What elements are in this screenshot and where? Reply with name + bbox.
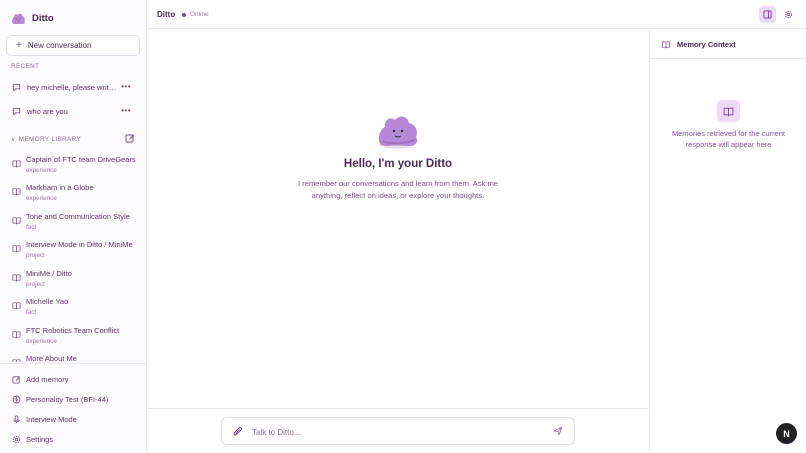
- book-icon: [12, 274, 21, 282]
- edit-icon: [12, 375, 21, 384]
- memory-title: FTC Robotics Team Conflict: [26, 326, 120, 335]
- interview-mode-button[interactable]: Interview Mode: [12, 412, 77, 426]
- chevron-down-icon: ∨: [11, 136, 16, 143]
- book-icon: [12, 245, 21, 253]
- interview-mode-label: Interview Mode: [26, 414, 77, 424]
- book-icon: [723, 107, 734, 116]
- book-icon: [12, 160, 21, 168]
- memory-type: project: [26, 252, 45, 259]
- message-composer[interactable]: [221, 417, 575, 445]
- empty-state-icon-wrap: [717, 100, 740, 122]
- gear-icon: [12, 435, 21, 443]
- book-icon: [12, 331, 21, 339]
- memory-title: Captain of FTC team DriveGears: [26, 155, 136, 164]
- header-settings-button[interactable]: [781, 7, 795, 21]
- online-indicator-icon: [182, 12, 186, 17]
- memory-item[interactable]: FTC Robotics Team Conflict experience: [0, 325, 146, 351]
- chat-header: Ditto Online: [147, 0, 806, 29]
- memory-item[interactable]: Captain of FTC team DriveGears experienc…: [0, 154, 146, 180]
- composer-bar: [147, 408, 649, 453]
- chat-bubble-icon: [12, 107, 21, 115]
- brand-name: Ditto: [32, 12, 54, 24]
- memory-item[interactable]: Tone and Communication Style fact: [0, 211, 146, 237]
- memory-type: experience: [26, 167, 57, 174]
- memory-type: experience: [26, 195, 57, 202]
- sidebar-footer: Add memory Personality Test (BFI-44) Int…: [0, 363, 146, 453]
- chat-title: Ditto: [157, 10, 176, 19]
- welcome-subtitle: I remember our conversations and learn f…: [297, 179, 499, 200]
- add-memory-button[interactable]: Add memory: [12, 372, 69, 386]
- chat-bubble-icon: [12, 83, 21, 91]
- recent-section-label: RECENT: [11, 63, 40, 70]
- memory-type: project: [26, 281, 45, 288]
- memory-item[interactable]: MiniMe / Ditto project: [0, 268, 146, 294]
- chat-main: Hello, I'm your Ditto I remember our con…: [147, 30, 649, 408]
- edit-icon[interactable]: [125, 133, 135, 143]
- user-avatar-button[interactable]: N: [776, 423, 797, 444]
- add-memory-label: Add memory: [26, 374, 69, 384]
- memory-title: Interview Mode in Ditto / MiniMe: [26, 240, 133, 249]
- memory-type: experience: [26, 338, 57, 345]
- plus-icon: +: [16, 39, 22, 51]
- memory-title: Markham in a Globe: [26, 183, 94, 192]
- new-conversation-label: New conversation: [27, 41, 92, 50]
- toggle-memory-panel-button[interactable]: [759, 6, 776, 23]
- brain-icon: [12, 395, 21, 403]
- memory-context-empty-text: Memories retrieved for the current respo…: [672, 129, 785, 149]
- memory-library-toggle[interactable]: ∨ MEMORY LIBRARY: [11, 133, 135, 145]
- sidebar: Ditto + New conversation RECENT hey mich…: [0, 0, 147, 453]
- panel-right-icon: [763, 10, 772, 19]
- ditto-mascot-icon: [378, 116, 418, 149]
- settings-button[interactable]: Settings: [12, 432, 53, 446]
- more-options-icon[interactable]: •••: [121, 106, 131, 115]
- book-icon: [662, 40, 670, 48]
- paperclip-icon[interactable]: [233, 426, 243, 437]
- recent-conversation-item[interactable]: hey michelle, please write a... •••: [0, 77, 146, 97]
- recent-conversation-item[interactable]: who are you •••: [0, 101, 146, 121]
- welcome-title: Hello, I'm your Ditto: [343, 158, 453, 170]
- memory-type: fact: [26, 309, 37, 316]
- microphone-icon: [13, 414, 20, 423]
- book-icon: [12, 217, 21, 225]
- more-options-icon[interactable]: •••: [121, 82, 131, 91]
- recent-conversation-label: hey michelle, please write a...: [27, 82, 117, 92]
- memory-context-panel: Memory Context Memories retrieved for th…: [649, 30, 806, 453]
- memory-item[interactable]: More About Me: [0, 353, 146, 362]
- settings-label: Settings: [26, 434, 54, 444]
- brand[interactable]: Ditto: [11, 9, 54, 27]
- gear-icon: [784, 10, 792, 18]
- memory-title: Michelle Yao: [26, 297, 69, 306]
- memory-context-header: Memory Context: [650, 30, 806, 59]
- memory-item[interactable]: Interview Mode in Ditto / MiniMe project: [0, 239, 146, 265]
- memory-context-title: Memory Context: [677, 39, 736, 49]
- ditto-logo-icon: [12, 13, 25, 24]
- new-conversation-button[interactable]: + New conversation: [6, 35, 140, 56]
- memory-item[interactable]: Michelle Yao fact: [0, 296, 146, 322]
- book-icon: [12, 188, 21, 196]
- send-icon[interactable]: [553, 426, 563, 436]
- status-label: Online: [190, 11, 209, 18]
- memory-type: fact: [26, 224, 37, 231]
- recent-conversation-label: who are you: [27, 106, 68, 116]
- personality-test-button[interactable]: Personality Test (BFI-44): [12, 392, 108, 406]
- book-icon: [12, 359, 21, 362]
- personality-test-label: Personality Test (BFI-44): [26, 394, 109, 404]
- memory-title: More About Me: [26, 354, 77, 362]
- message-input[interactable]: [252, 424, 542, 440]
- memory-title: Tone and Communication Style: [26, 212, 130, 221]
- status-badge: Online: [182, 11, 209, 18]
- book-icon: [12, 302, 21, 310]
- memory-library-label: MEMORY LIBRARY: [18, 135, 82, 143]
- memory-title: MiniMe / Ditto: [26, 269, 72, 278]
- memory-item[interactable]: Markham in a Globe experience: [0, 182, 146, 208]
- memory-list[interactable]: Captain of FTC team DriveGears experienc…: [0, 150, 146, 362]
